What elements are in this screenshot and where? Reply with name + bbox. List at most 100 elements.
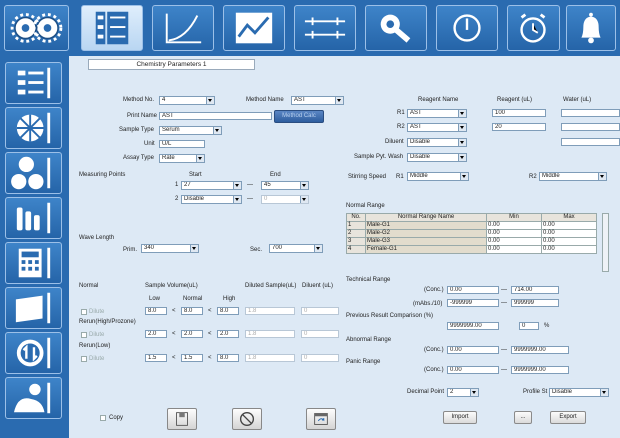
row1-high-field[interactable]: 8.0 <box>217 307 239 315</box>
stir-r2-select[interactable]: Middle <box>539 172 607 181</box>
tech-abs-max-field[interactable]: 999999 <box>511 299 559 307</box>
row2-high-field[interactable]: 2.0 <box>217 330 239 338</box>
browse-button[interactable]: ... <box>514 411 532 424</box>
reload-button[interactable] <box>306 408 336 430</box>
row3-high-field[interactable]: 8.0 <box>217 354 239 362</box>
row1-diluent-field[interactable]: 0 <box>301 307 339 315</box>
sidebar-transfer-button[interactable] <box>5 332 62 374</box>
sidebar-report-button[interactable] <box>5 287 62 329</box>
mp-row1-end-select[interactable]: 45 <box>261 181 309 190</box>
alarm-clock-button[interactable] <box>507 5 560 51</box>
diluent-water-field[interactable] <box>561 138 620 146</box>
power-button[interactable] <box>436 5 498 51</box>
row-name: Male-G1 <box>365 221 487 230</box>
prim-wavelength-select[interactable]: 340 <box>141 244 199 253</box>
row-max[interactable]: 0.00 <box>541 237 597 246</box>
unit-field[interactable]: U/L <box>159 140 205 148</box>
print-name-field[interactable]: AST <box>159 112 272 120</box>
cancel-button[interactable] <box>232 408 262 430</box>
dilute-checkbox-2[interactable] <box>81 332 87 338</box>
method-calc-button[interactable]: Method Calc <box>274 110 324 123</box>
abn-max-field[interactable]: 9999999.00 <box>511 346 569 354</box>
r2-water-field[interactable] <box>561 123 620 131</box>
r2-reagent-select[interactable]: AST <box>407 123 467 132</box>
row2-low-field[interactable]: 2.0 <box>145 330 167 338</box>
sidebar-reagent-disk-button[interactable] <box>5 107 62 149</box>
tech-conc-min-field[interactable]: 0.00 <box>447 286 499 294</box>
decimal-point-select[interactable]: 2 <box>447 388 479 397</box>
dilute-checkbox-3[interactable] <box>81 356 87 362</box>
maintenance-button[interactable] <box>365 5 427 51</box>
range-settings-button[interactable] <box>294 5 356 51</box>
sidebar-user-button[interactable] <box>5 377 62 419</box>
assay-type-select[interactable]: Rate <box>159 154 205 163</box>
row2-diluted-sample-field[interactable]: 1.8 <box>245 330 295 338</box>
row-max[interactable]: 0.00 <box>541 245 597 254</box>
qc-chart-button[interactable] <box>223 5 285 51</box>
r2-volume-field[interactable]: 20 <box>492 123 546 131</box>
sample-pyt-wash-select[interactable]: Disable <box>407 153 467 162</box>
row3-diluted-sample-field[interactable]: 1.8 <box>245 354 295 362</box>
copy-checkbox[interactable] <box>100 415 106 421</box>
import-button[interactable]: Import <box>443 411 477 424</box>
prev-result-field[interactable]: 9999999.00 <box>447 322 499 330</box>
table-row[interactable]: 2 Male-G2 0.00 0.00 <box>346 229 597 238</box>
report-sheet-icon <box>15 292 51 324</box>
row3-normal-field[interactable]: 1.5 <box>181 354 203 362</box>
row-min[interactable]: 0.00 <box>486 237 542 246</box>
table-scrollbar[interactable] <box>602 213 609 272</box>
calibration-curve-button[interactable] <box>152 5 214 51</box>
tech-conc-label: (Conc.) <box>424 287 444 293</box>
table-row[interactable]: 3 Male-G3 0.00 0.00 <box>346 237 597 246</box>
parameters-list-button[interactable] <box>81 5 143 51</box>
row3-diluent-field[interactable]: 0 <box>301 354 339 362</box>
settings-gears-button[interactable] <box>4 5 69 51</box>
alarm-bell-button[interactable] <box>566 5 616 51</box>
save-button[interactable] <box>167 408 197 430</box>
r1-water-field[interactable] <box>561 109 620 117</box>
row-max[interactable]: 0.00 <box>541 221 597 230</box>
row3-low-field[interactable]: 1.5 <box>145 354 167 362</box>
method-name-select[interactable]: AST <box>291 96 344 105</box>
row-no: 1 <box>346 221 366 230</box>
sidebar-list-button[interactable] <box>5 62 62 104</box>
row1-diluted-sample-field[interactable]: 1.8 <box>245 307 295 315</box>
row-max[interactable]: 0.00 <box>541 229 597 238</box>
row1-normal-field[interactable]: 8.0 <box>181 307 203 315</box>
dropdown-arrow-icon <box>600 389 608 396</box>
row-min[interactable]: 0.00 <box>486 221 542 230</box>
tech-abs-min-field[interactable]: -999999 <box>447 299 499 307</box>
dilute-checkbox-1[interactable] <box>81 309 87 315</box>
stir-r1-select[interactable]: Middle <box>407 172 469 181</box>
sample-type-select[interactable]: Serum <box>159 126 222 135</box>
mp-row2-end-select[interactable]: 0 <box>261 195 309 204</box>
row2-normal-field[interactable]: 2.0 <box>181 330 203 338</box>
tech-conc-max-field[interactable]: 714.00 <box>511 286 559 294</box>
panic-max-field[interactable]: 9999999.00 <box>511 366 569 374</box>
abn-min-field[interactable]: 0.00 <box>447 346 499 354</box>
row1-low-field[interactable]: 8.0 <box>145 307 167 315</box>
prev-pct-field[interactable]: 0 <box>519 322 539 330</box>
table-row[interactable]: 4 Female-G1 0.00 0.00 <box>346 245 597 254</box>
reagent-ul-label: Reagent (uL) <box>497 97 533 103</box>
table-row[interactable]: 1 Male-G1 0.00 0.00 <box>346 221 597 230</box>
row-min[interactable]: 0.00 <box>486 229 542 238</box>
row-min[interactable]: 0.00 <box>486 245 542 254</box>
mp-row2-start-select[interactable]: Disable <box>181 195 242 204</box>
profile-st-select[interactable]: Disable <box>549 388 609 397</box>
sidebar-calculator-button[interactable] <box>5 242 62 284</box>
export-button[interactable]: Export <box>550 411 586 424</box>
mp-row1-start-select[interactable]: 27 <box>181 181 242 190</box>
diluent-select[interactable]: Disable <box>407 138 467 147</box>
sec-wavelength-select[interactable]: 700 <box>269 244 323 253</box>
sidebar-calibration-button[interactable] <box>5 197 62 239</box>
r1-volume-field[interactable]: 100 <box>492 109 546 117</box>
sidebar-electrolyte-button[interactable] <box>5 152 62 194</box>
lt-sign: < <box>172 308 176 314</box>
dropdown-arrow-icon <box>300 196 308 203</box>
prim-label: Prim. <box>123 247 137 253</box>
method-no-select[interactable]: 4 <box>159 96 215 105</box>
r1-reagent-select[interactable]: AST <box>407 109 467 118</box>
panic-min-field[interactable]: 0.00 <box>447 366 499 374</box>
row2-diluent-field[interactable]: 0 <box>301 330 339 338</box>
